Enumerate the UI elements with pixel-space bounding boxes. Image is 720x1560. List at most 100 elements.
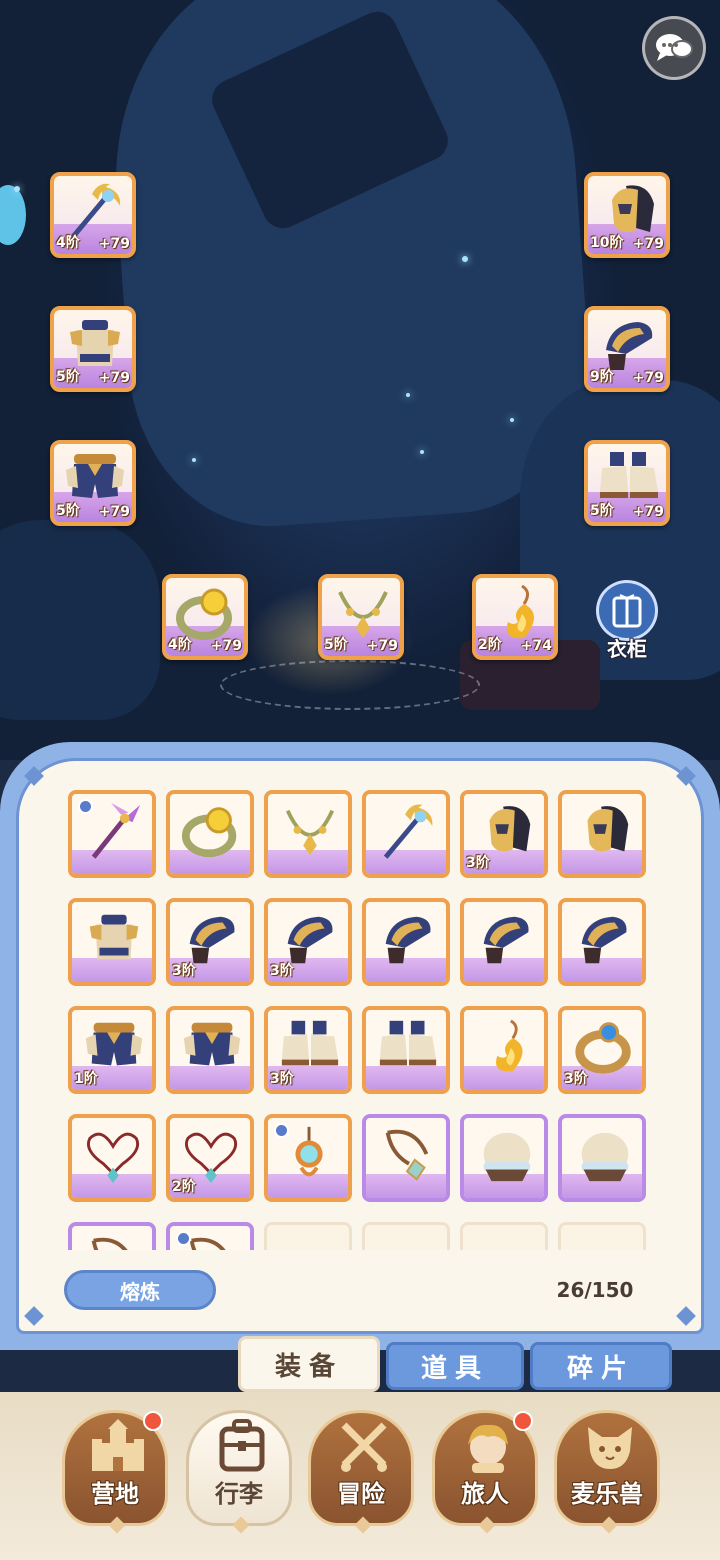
magic-circle [220, 660, 480, 710]
enhance-level: +79 [210, 638, 242, 654]
inventory-item[interactable] [166, 790, 254, 878]
inventory-item[interactable]: 3阶 [264, 898, 352, 986]
equipped-necklace-slot[interactable]: 5阶 +79 [318, 574, 404, 660]
chat-bubbles-icon [656, 34, 693, 61]
inventory-item[interactable]: 3阶 [460, 790, 548, 878]
gauntlet-icon [581, 916, 627, 964]
item-tier: 9阶 [590, 369, 614, 385]
enhance-level: +79 [632, 504, 664, 520]
nav-label: 营地 [91, 1480, 139, 1508]
item-tier: 3阶 [172, 963, 196, 979]
inventory-item[interactable] [558, 1114, 646, 1202]
nav-travelers[interactable]: 旅人 [432, 1410, 538, 1534]
notification-badge [513, 1411, 533, 1431]
equipped-charm-slot[interactable]: 2阶 +74 [472, 574, 558, 660]
inventory-item[interactable]: 3阶 [166, 898, 254, 986]
crossed-swords-icon [341, 1422, 387, 1472]
traveler-portrait-icon [468, 1424, 508, 1473]
item-tier: 4阶 [168, 637, 192, 653]
inventory-item[interactable] [166, 1222, 254, 1250]
cord-pendant-icon [385, 1129, 429, 1181]
wardrobe-button[interactable]: 衣柜 [592, 580, 662, 662]
wardrobe-icon [612, 593, 642, 627]
item-tier: 5阶 [590, 503, 614, 519]
empty-slot[interactable] [558, 1222, 646, 1250]
item-tier: 5阶 [56, 369, 80, 385]
tab-items[interactable]: 道具 [386, 1342, 524, 1390]
inventory-item[interactable]: 3阶 [264, 1006, 352, 1094]
enhance-level: +74 [520, 638, 552, 654]
tab-equipment[interactable]: 装备 [238, 1336, 380, 1392]
inventory-item[interactable] [558, 898, 646, 986]
equipped-legs-slot[interactable]: 5阶 +79 [50, 440, 136, 526]
lock-icon [176, 1231, 191, 1246]
inventory-item[interactable] [362, 898, 450, 986]
equipped-boots-slot[interactable]: 5阶 +79 [584, 440, 670, 526]
lock-icon [78, 799, 93, 814]
inventory-item[interactable] [68, 1222, 156, 1250]
inventory-item[interactable] [460, 1114, 548, 1202]
chat-button[interactable] [642, 16, 706, 80]
item-tier: 3阶 [270, 963, 294, 979]
notification-badge [143, 1411, 163, 1431]
item-tier: 4阶 [56, 235, 80, 251]
equipped-weapon-slot[interactable]: 4阶 +79 [50, 172, 136, 258]
enhance-level: +79 [98, 236, 130, 252]
sparkle [420, 450, 424, 454]
castle-icon [92, 1419, 144, 1471]
cloth-cap-icon [581, 1132, 629, 1182]
equipped-ring-slot[interactable]: 4阶 +79 [162, 574, 248, 660]
sparkle [192, 458, 196, 462]
nav-adventure[interactable]: 冒险 [308, 1410, 414, 1534]
equipped-helmet-slot[interactable]: 10阶 +79 [584, 172, 670, 258]
cloth-cap-icon [483, 1132, 531, 1182]
inventory-item[interactable] [362, 790, 450, 878]
inventory-item[interactable]: 2阶 [166, 1114, 254, 1202]
golden-helmet-icon [587, 806, 629, 852]
tab-fragments[interactable]: 碎片 [530, 1342, 672, 1390]
inventory-scroll-area[interactable]: 3阶 3阶 3阶 1阶 3阶 3阶 2阶 [68, 790, 654, 1250]
armor-chest-icon [89, 914, 139, 960]
inventory-item[interactable] [68, 1114, 156, 1202]
heart-necklace-icon [86, 1132, 140, 1184]
slime-creature [0, 185, 26, 245]
smelt-button[interactable]: 熔炼 [64, 1270, 216, 1310]
inventory-item[interactable] [460, 1006, 548, 1094]
empty-slot[interactable] [264, 1222, 352, 1250]
inventory-item[interactable] [264, 790, 352, 878]
enhance-level: +79 [98, 370, 130, 386]
wardrobe-label: 衣柜 [607, 637, 647, 661]
golden-staff-icon [383, 804, 433, 859]
inventory-item[interactable]: 1阶 [68, 1006, 156, 1094]
inventory-item[interactable] [558, 790, 646, 878]
nav-luggage[interactable]: 行李 [186, 1410, 292, 1534]
inventory-item[interactable]: 3阶 [558, 1006, 646, 1094]
cord-pendant-icon [91, 1237, 128, 1250]
enhance-level: +79 [98, 504, 130, 520]
item-tier: 3阶 [466, 855, 490, 871]
item-tier: 2阶 [478, 637, 502, 653]
nav-pets[interactable]: 麦乐兽 [554, 1410, 660, 1534]
inventory-item[interactable] [68, 898, 156, 986]
empty-slot[interactable] [460, 1222, 548, 1250]
nav-camp[interactable]: 营地 [62, 1410, 168, 1534]
inventory-item[interactable] [362, 1114, 450, 1202]
inventory-item[interactable] [460, 898, 548, 986]
item-tier: 5阶 [324, 637, 348, 653]
nav-label: 冒险 [337, 1480, 385, 1508]
inventory-item[interactable] [68, 790, 156, 878]
item-tier: 3阶 [564, 1071, 588, 1087]
boots-icon [379, 1020, 437, 1066]
leg-armor-icon [183, 1022, 241, 1066]
inventory-item[interactable] [166, 1006, 254, 1094]
pet-cat-icon [588, 1427, 632, 1469]
equipped-gloves-slot[interactable]: 9阶 +79 [584, 306, 670, 392]
empty-slot[interactable] [362, 1222, 450, 1250]
enhance-level: +79 [632, 370, 664, 386]
item-tier: 3阶 [270, 1071, 294, 1087]
equipped-chest-slot[interactable]: 5阶 +79 [50, 306, 136, 392]
nav-label: 行李 [215, 1480, 263, 1508]
rock [0, 520, 160, 720]
inventory-item[interactable] [362, 1006, 450, 1094]
inventory-item[interactable] [264, 1114, 352, 1202]
